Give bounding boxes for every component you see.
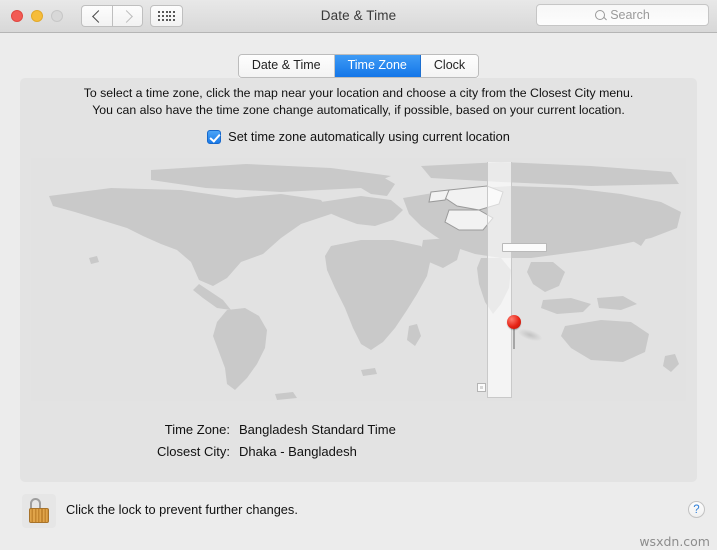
world-map[interactable] (31, 158, 686, 401)
set-timezone-automatically-label: Set time zone automatically using curren… (228, 129, 510, 144)
description-line-1: To select a time zone, click the map nea… (83, 86, 634, 100)
help-button[interactable]: ? (688, 501, 705, 518)
panel-description: To select a time zone, click the map nea… (20, 85, 697, 119)
map-pin-icon (507, 315, 523, 349)
tab-clock[interactable]: Clock (420, 55, 479, 77)
set-timezone-automatically-checkbox[interactable] (207, 129, 222, 144)
search-field[interactable]: Search (536, 4, 709, 26)
time-zone-label: Time Zone: (164, 422, 230, 437)
auto-timezone-row[interactable]: Set time zone automatically using curren… (20, 129, 697, 144)
segmented-control: Date & Time Time Zone Clock (237, 54, 480, 78)
closest-city-row: Closest City: Dhaka - Bangladesh (20, 441, 697, 463)
time-zone-marker (477, 383, 486, 392)
map-pin-head (507, 315, 521, 329)
description-line-2: You can also have the time zone change a… (92, 103, 625, 117)
lock-button[interactable] (22, 494, 56, 528)
tab-date-and-time[interactable]: Date & Time (238, 55, 335, 77)
selected-time-zone-band[interactable] (487, 162, 512, 398)
search-icon (595, 10, 606, 20)
tab-bar: Date & Time Time Zone Clock (0, 54, 717, 78)
time-zone-row: Time Zone: Bangladesh Standard Time (20, 419, 697, 441)
time-zone-value: Bangladesh Standard Time (239, 422, 396, 437)
watermark: wsxdn.com (639, 534, 710, 549)
lock-hint-text: Click the lock to prevent further change… (66, 502, 298, 517)
world-map-graphic (31, 158, 686, 401)
closest-city-value[interactable]: Dhaka - Bangladesh (239, 441, 357, 463)
time-zone-band-top-cap (502, 243, 547, 252)
tab-time-zone[interactable]: Time Zone (334, 55, 421, 77)
system-preferences-window: Date & Time Search Date & Time Time Zone… (0, 0, 717, 550)
timezone-values: Time Zone: Bangladesh Standard Time Clos… (20, 419, 697, 463)
bottom-bar: Click the lock to prevent further change… (0, 488, 717, 550)
window-titlebar: Date & Time Search (0, 0, 717, 33)
closest-city-label: Closest City: (157, 444, 230, 459)
search-placeholder: Search (610, 8, 650, 22)
unlocked-padlock-icon (29, 508, 49, 523)
time-zone-panel: To select a time zone, click the map nea… (20, 78, 697, 482)
